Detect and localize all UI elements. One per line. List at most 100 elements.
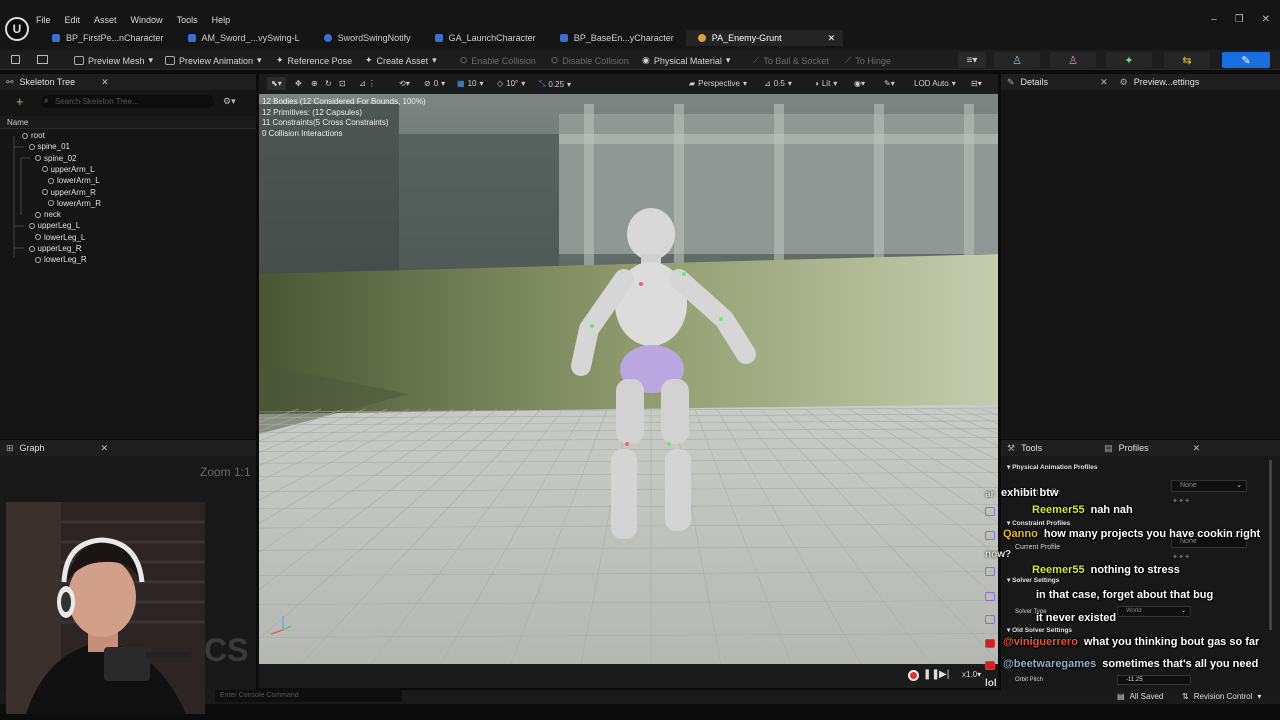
close-icon[interactable]: ✕ xyxy=(101,77,109,88)
orbit-pitch-input[interactable]: -11.25 xyxy=(1117,675,1191,685)
chevron-down-icon: ▾ xyxy=(148,55,154,65)
to-hinge-button[interactable]: ⟋ To Hinge xyxy=(845,55,891,66)
solver-type-dropdown[interactable]: World ⌄ xyxy=(1117,606,1191,617)
skeleton-search-input[interactable]: Search Skeleton Tree... xyxy=(41,95,214,108)
create-asset-button[interactable]: ✦ Create Asset ▾ xyxy=(365,55,437,66)
preview-animation-button[interactable]: Preview Animation ▾ xyxy=(165,55,262,66)
lit-dropdown[interactable]: ◑ Lit ▾ xyxy=(814,79,837,88)
close-icon[interactable]: ✕ xyxy=(1193,443,1201,454)
close-icon[interactable]: ✕ xyxy=(1100,77,1108,88)
section-constraint-profiles[interactable]: ▾ Constraint Profiles xyxy=(1007,519,1070,527)
viewport[interactable]: ⬉▾ ✥ ⊕ ↻ ⊡ ⊿ ⋮ ⟲▾ ⊘ 0 ▾ ▦ 10 ▾ ◇ 10° ▾ ⤡ 0.25 ▾ … xyxy=(259,74,998,664)
close-window-icon[interactable]: ✕ xyxy=(1262,14,1270,25)
tab-pa-enemy-grunt[interactable]: PA_Enemy-Grunt ✕ xyxy=(685,30,844,46)
animation-icon xyxy=(165,56,175,65)
close-icon[interactable]: ✕ xyxy=(101,443,109,454)
tab-tools[interactable]: Tools xyxy=(1021,443,1042,453)
menu-asset[interactable]: Asset xyxy=(94,15,117,25)
preview-settings-icon: ⚙ xyxy=(1119,76,1128,87)
tab-am-sword[interactable]: AM_Sword_...vySwing-L xyxy=(176,30,312,46)
constraint-profile-actions[interactable]: ⚹ ⚹ ⚹ xyxy=(1173,553,1190,561)
menu-help[interactable]: Help xyxy=(212,15,231,25)
select-mode-icon[interactable]: ⬉▾ xyxy=(267,77,286,90)
console-input[interactable]: Enter Console Command xyxy=(215,690,402,702)
chat-fragment-lol: lol xyxy=(985,678,997,689)
blueprint-mode-icon[interactable]: ⇆ xyxy=(1164,52,1210,68)
orbit-pitch-label: Orbit Pitch xyxy=(1015,677,1044,683)
rotate-icon[interactable]: ↻ xyxy=(325,79,332,88)
save-icon[interactable] xyxy=(11,55,20,64)
tab-profiles[interactable]: Profiles xyxy=(1119,443,1149,453)
physical-material-button[interactable]: ◉ Physical Material ▾ xyxy=(642,55,730,66)
menu-edit[interactable]: Edit xyxy=(65,15,81,25)
column-header-name[interactable]: Name xyxy=(0,116,256,129)
maximize-icon[interactable]: ❐ xyxy=(1235,14,1244,25)
preview-animation-label: Preview Animation xyxy=(179,55,254,66)
physics-tools-icon[interactable]: ✎▾ xyxy=(884,79,895,88)
scale-icon[interactable]: ⊡ xyxy=(339,79,346,88)
montage-icon xyxy=(187,34,196,42)
tab-preview-settings[interactable]: Preview...ettings xyxy=(1134,77,1200,87)
playback-speed[interactable]: x1.0▾ xyxy=(962,670,981,679)
minimize-icon[interactable]: – xyxy=(1211,14,1217,25)
perspective-dropdown[interactable]: ▰ Perspective ▾ xyxy=(689,79,747,88)
chevron-down-icon: ▾ xyxy=(725,55,731,65)
menu-tools[interactable]: Tools xyxy=(177,15,198,25)
fov-dropdown[interactable]: ⊿ 0.5 ▾ xyxy=(764,79,792,88)
step-forward-icon[interactable]: ▶| xyxy=(939,669,949,680)
close-tab-icon[interactable]: ✕ xyxy=(828,33,836,44)
blueprint-icon xyxy=(434,34,443,42)
rotation-snap-dropdown[interactable]: ⊘ 0 ▾ xyxy=(424,79,445,88)
move-icon[interactable]: ⊕ xyxy=(311,79,318,88)
menu-window[interactable]: Window xyxy=(131,15,163,25)
grid-snap-dropdown[interactable]: ▦ 10 ▾ xyxy=(457,79,483,88)
profile-dropdown[interactable]: None ⌄ xyxy=(1171,480,1247,492)
reference-pose-button[interactable]: ✦ Reference Pose xyxy=(276,55,352,66)
section-old-solver-settings[interactable]: ▾ Old Solver Settings xyxy=(1007,626,1072,634)
coordinate-icon[interactable]: ⊿ ⋮ xyxy=(359,79,376,88)
enable-collision-button[interactable]: ⛭ Enable Collision xyxy=(460,55,536,66)
to-hinge-label: To Hinge xyxy=(855,55,891,66)
menu-icon[interactable]: ≡▾ xyxy=(958,52,986,68)
viewport-options-icon[interactable]: ⊟▾ xyxy=(971,79,982,88)
show-icon[interactable]: ◉▾ xyxy=(854,79,865,88)
section-solver-settings[interactable]: ▾ Solver Settings xyxy=(1007,576,1059,584)
to-ball-socket-button[interactable]: ⟋ To Ball & Socket xyxy=(753,55,829,66)
add-bone-icon[interactable]: + xyxy=(16,95,24,108)
mesh-mode-icon[interactable]: ♙ xyxy=(1050,52,1096,68)
settings-gear-icon[interactable]: ⚙▾ xyxy=(223,96,236,107)
revision-control-button[interactable]: ⇅ Revision Control ▾ xyxy=(1182,692,1261,701)
translate-icon[interactable]: ✥ xyxy=(295,79,302,88)
chat-username: Reemer55 xyxy=(1032,504,1085,516)
tab-label: PA_Enemy-Grunt xyxy=(711,33,782,43)
pause-icon[interactable]: ❚❚ xyxy=(923,669,940,680)
browse-icon[interactable] xyxy=(37,55,48,64)
lod-dropdown[interactable]: LOD Auto ▾ xyxy=(914,79,956,88)
skeleton-mode-icon[interactable]: ♙ xyxy=(994,52,1040,68)
constraint-current-profile-label: Current Profile xyxy=(1015,544,1061,551)
menu-file[interactable]: File xyxy=(36,15,51,25)
section-physical-animation-profiles[interactable]: ▾ Physical Animation Profiles xyxy=(1007,463,1097,471)
profile-actions[interactable]: ⚹ ⚹ ⚹ xyxy=(1173,497,1190,505)
graph-title: Graph xyxy=(19,443,45,453)
hinge-icon: ⟋ xyxy=(845,55,852,65)
record-icon[interactable] xyxy=(908,670,919,681)
scrollbar[interactable] xyxy=(1269,460,1272,630)
unreal-logo-icon[interactable]: U xyxy=(5,17,29,41)
all-saved-label: All Saved xyxy=(1129,692,1164,701)
surface-snap-icon[interactable]: ⟲▾ xyxy=(399,79,410,88)
physics-mode-icon[interactable]: ✎ xyxy=(1222,52,1270,68)
physics-stats: 12 Bodies (12 Considered For Bounds, 100… xyxy=(262,97,426,139)
tab-details[interactable]: Details xyxy=(1021,77,1049,87)
angle-snap-dropdown[interactable]: ◇ 10° ▾ xyxy=(497,79,525,88)
disable-collision-button[interactable]: ⛭ Disable Collision xyxy=(551,55,629,66)
tab-bp-firstperson[interactable]: BP_FirstPe...nCharacter xyxy=(40,30,176,46)
tab-bp-base-enemy[interactable]: BP_BaseEn...yCharacter xyxy=(548,30,686,46)
tab-ga-launch[interactable]: GA_LaunchCharacter xyxy=(423,30,548,46)
preview-mesh-button[interactable]: Preview Mesh ▾ xyxy=(74,55,153,66)
all-saved-indicator[interactable]: ▤ All Saved xyxy=(1117,692,1163,701)
chat-text: in that case, forget about that bug xyxy=(1036,589,1214,601)
tab-sword-swing-notify[interactable]: SwordSwingNotify xyxy=(312,30,423,46)
scale-snap-dropdown[interactable]: ⤡ 0.25 ▾ xyxy=(539,79,571,89)
animation-mode-icon[interactable]: ✦ xyxy=(1106,52,1152,68)
